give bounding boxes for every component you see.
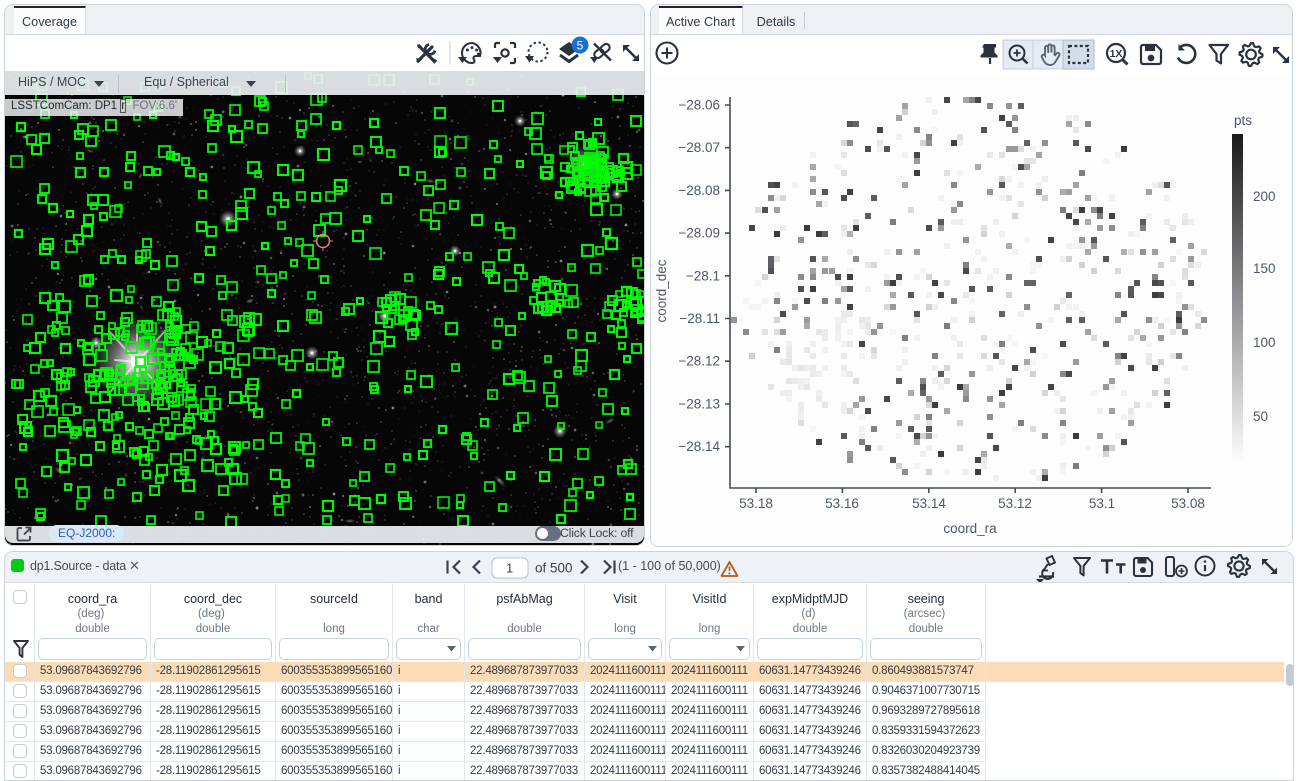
svg-text:5: 5	[577, 39, 584, 53]
svg-text:200: 200	[1253, 189, 1276, 204]
svg-text:−28.12: −28.12	[678, 354, 720, 369]
svg-text:53.16: 53.16	[825, 496, 859, 511]
svg-text:−28.07: −28.07	[678, 140, 720, 155]
svg-text:−28.06: −28.06	[678, 98, 720, 113]
svg-text:coord_dec: coord_dec	[654, 259, 669, 322]
svg-text:−28.09: −28.09	[678, 226, 720, 241]
svg-text:−28.13: −28.13	[678, 396, 720, 411]
svg-text:1X: 1X	[1110, 48, 1123, 60]
svg-text:100: 100	[1253, 335, 1276, 350]
svg-text:pts: pts	[1234, 113, 1252, 128]
svg-text:53.1: 53.1	[1089, 496, 1115, 511]
svg-text:150: 150	[1253, 261, 1276, 276]
svg-text:53.14: 53.14	[912, 496, 946, 511]
svg-text:−28.11: −28.11	[679, 311, 720, 326]
svg-text:coord_ra: coord_ra	[943, 521, 997, 536]
svg-text:1: 1	[506, 561, 513, 576]
svg-text:−28.1: −28.1	[686, 268, 720, 283]
svg-text:−28.14: −28.14	[678, 439, 720, 454]
svg-text:53.08: 53.08	[1171, 496, 1205, 511]
svg-text:53.18: 53.18	[739, 496, 773, 511]
svg-text:of 500: of 500	[535, 561, 573, 576]
svg-text:53.12: 53.12	[998, 496, 1032, 511]
svg-text:50: 50	[1253, 409, 1268, 424]
svg-text:−28.08: −28.08	[678, 183, 720, 198]
